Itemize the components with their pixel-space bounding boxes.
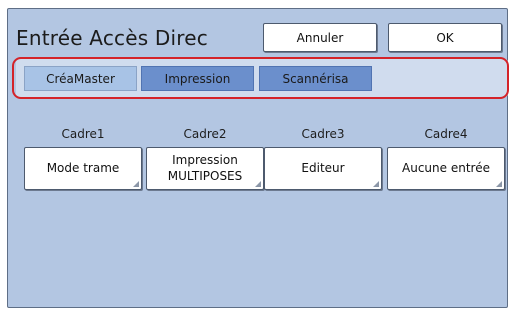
corner-triangle-icon <box>133 181 139 187</box>
frame2-label: Cadre2 <box>183 127 227 141</box>
corner-triangle-icon <box>255 181 261 187</box>
frame3-label: Cadre3 <box>301 127 345 141</box>
frame3-value: Editeur <box>301 160 345 175</box>
frame2-value: Impression MULTIPOSES <box>167 152 243 183</box>
frame1-button[interactable]: Mode trame <box>24 147 142 190</box>
frame4-value: Aucune entrée <box>402 160 490 175</box>
frame4-label: Cadre4 <box>424 127 468 141</box>
cancel-button[interactable]: Annuler <box>263 23 377 52</box>
frame3-button[interactable]: Editeur <box>264 147 382 190</box>
corner-triangle-icon <box>373 181 379 187</box>
tab-scannerisa[interactable]: Scannérisa <box>259 66 372 91</box>
frame2-button[interactable]: Impression MULTIPOSES <box>146 147 264 190</box>
ok-button[interactable]: OK <box>388 23 502 52</box>
corner-triangle-icon <box>496 181 502 187</box>
dialog-title: Entrée Accès Direc <box>16 26 208 50</box>
tab-creamaster[interactable]: CréaMaster <box>24 66 137 91</box>
frame4-button[interactable]: Aucune entrée <box>387 147 505 190</box>
tab-impression[interactable]: Impression <box>141 66 254 91</box>
frame1-value: Mode trame <box>46 160 120 175</box>
frame1-label: Cadre1 <box>61 127 105 141</box>
